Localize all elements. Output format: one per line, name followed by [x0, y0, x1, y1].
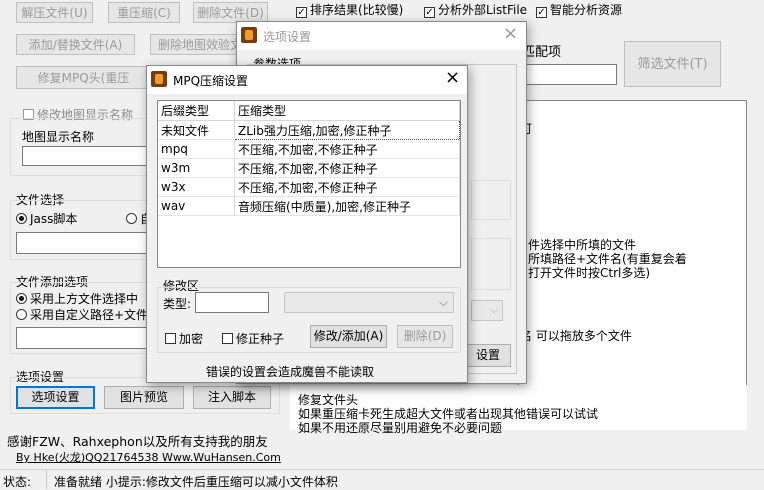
- chevron-down-icon: ⌵: [438, 295, 448, 309]
- status-text: 准备就绪 小提示:修改文件后重压缩可以减小文件体积: [54, 475, 338, 489]
- info-line: 打开文件时按Ctrl多选): [528, 266, 651, 280]
- checkbox-icon: [222, 333, 233, 344]
- author-link[interactable]: By Hke(火龙)QQ21764538 Www.WuHansen.Com: [16, 449, 281, 465]
- repair-mpq-button[interactable]: 修复MPQ头(重压: [16, 66, 151, 89]
- custom-path-input[interactable]: [16, 327, 150, 349]
- file-select-input[interactable]: [16, 232, 150, 254]
- use-above-label: 采用上方文件选择中: [30, 292, 139, 306]
- smart-analysis-label: 智能分析资源: [550, 3, 623, 17]
- column-header-suffix[interactable]: 后缀类型: [158, 101, 235, 121]
- delete-entry-button[interactable]: 删除(D): [397, 325, 453, 348]
- table-cell: 不压缩,不加密,不修正种子: [234, 139, 460, 159]
- settings-button[interactable]: 设置: [465, 344, 511, 367]
- radio-selected-icon: [16, 293, 27, 304]
- smart-analysis-checkbox[interactable]: ✓ 智能分析资源: [536, 1, 622, 18]
- modify-add-button[interactable]: 修改/添加(A): [310, 325, 387, 348]
- analyze-listfile-label: 分析外部ListFile: [438, 3, 528, 17]
- sort-results-label: 排序结果(比较慢): [310, 3, 404, 17]
- radio-icon: [16, 309, 27, 320]
- mpq-dialog-title: MPQ压缩设置: [173, 74, 249, 88]
- fix-seed-checkbox[interactable]: 修正种子: [222, 330, 284, 347]
- encrypt-label: 加密: [179, 332, 204, 346]
- inject-script-button[interactable]: 注入脚本: [193, 386, 271, 409]
- filter-files-button[interactable]: 筛选文件(T): [624, 41, 721, 87]
- thanks-text: 感谢FZW、Rahxephon以及所有支持我的朋友: [7, 434, 268, 449]
- info-line: 如果不用还原尽量别用避免不必要问题: [298, 421, 503, 435]
- extract-button[interactable]: 解压文件(U): [16, 2, 93, 23]
- compression-table: 后缀类型 压缩类型 未知文件 ZLib强力压缩,加密,修正种子 mpq 不压缩,…: [158, 101, 460, 216]
- delete-map-effect-button[interactable]: 删除地图效验文: [150, 34, 250, 55]
- delete-file-button[interactable]: 删除文件(D): [193, 2, 268, 23]
- table-cell: w3x: [158, 177, 235, 197]
- jass-label: Jass脚本: [30, 212, 78, 226]
- table-row[interactable]: w3x 不压缩,不加密,不修正种子: [158, 177, 460, 197]
- status-divider: [46, 470, 47, 489]
- jass-radio[interactable]: Jass脚本: [16, 210, 77, 227]
- table-row[interactable]: mpq 不压缩,不加密,不修正种子: [158, 139, 460, 159]
- map-display-name-label: 地图显示名称: [22, 130, 95, 144]
- column-header-compression[interactable]: 压缩类型: [234, 101, 460, 121]
- table-row[interactable]: w3m 不压缩,不加密,不修正种子: [158, 158, 460, 178]
- options-dialog-titlebar: 选项设置 ×: [237, 22, 526, 50]
- image-preview-button[interactable]: 图片预览: [104, 386, 184, 409]
- close-icon[interactable]: ×: [445, 67, 460, 88]
- checkbox-icon: ✓: [296, 7, 307, 18]
- recompress-button[interactable]: 重压缩(C): [108, 2, 180, 23]
- params-subgroup: [471, 180, 511, 220]
- match-input[interactable]: [516, 64, 617, 85]
- checkbox-icon: [165, 333, 176, 344]
- table-cell: 不压缩,不加密,不修正种子: [234, 177, 460, 197]
- use-custom-label: 采用自定义路径+文件: [30, 308, 149, 322]
- sort-results-checkbox[interactable]: ✓ 排序结果(比较慢): [296, 1, 403, 18]
- table-row[interactable]: wav 音频压缩(中质量),加密,修正种子: [158, 196, 460, 216]
- table-cell: 不压缩,不加密,不修正种子: [234, 158, 460, 178]
- app-icon: [241, 27, 257, 43]
- status-label: 状态:: [3, 475, 32, 489]
- type-label: 类型:: [163, 297, 192, 311]
- compression-listview: 后缀类型 压缩类型 未知文件 ZLib强力压缩,加密,修正种子 mpq 不压缩,…: [157, 100, 461, 268]
- compression-type-dropdown[interactable]: ⌵: [284, 292, 454, 313]
- options-dialog-title: 选项设置: [263, 30, 312, 44]
- table-cell: w3m: [158, 158, 235, 178]
- warning-text: 错误的设置会造成魔兽不能读取: [206, 365, 375, 379]
- params-subgroup: [471, 238, 511, 290]
- radio-icon: [126, 213, 137, 224]
- table-cell: 音频压缩(中质量),加密,修正种子: [234, 196, 460, 216]
- analyze-listfile-checkbox[interactable]: ✓ 分析外部ListFile: [424, 1, 527, 18]
- add-replace-button[interactable]: 添加/替换文件(A): [16, 34, 135, 55]
- table-header-row: 后缀类型 压缩类型: [158, 101, 460, 121]
- options-settings-button[interactable]: 选项设置: [16, 386, 95, 409]
- chevron-down-icon: ⌵: [490, 305, 498, 316]
- app-icon: [151, 71, 167, 87]
- close-icon[interactable]: ×: [503, 23, 518, 44]
- table-cell: 未知文件: [158, 120, 235, 140]
- checkbox-icon: ✓: [536, 7, 547, 18]
- map-display-name-input[interactable]: [22, 146, 150, 166]
- encrypt-checkbox[interactable]: 加密: [165, 330, 203, 347]
- type-input[interactable]: [195, 292, 269, 313]
- use-custom-radio[interactable]: 采用自定义路径+文件: [16, 306, 148, 323]
- table-row[interactable]: 未知文件 ZLib强力压缩,加密,修正种子: [158, 120, 460, 140]
- table-cell: ZLib强力压缩,加密,修正种子: [234, 120, 460, 140]
- info-line: 名 可以拖放多个文件: [520, 329, 632, 343]
- table-cell: mpq: [158, 139, 235, 159]
- radio-selected-icon: [16, 213, 27, 224]
- table-cell: wav: [158, 196, 235, 216]
- checkbox-icon: ✓: [424, 7, 435, 18]
- match-label: 匹配项: [522, 45, 562, 60]
- mpq-dialog-titlebar: MPQ压缩设置 ×: [147, 66, 467, 94]
- use-above-radio[interactable]: 采用上方文件选择中: [16, 290, 138, 307]
- mpq-compression-dialog: MPQ压缩设置 × 后缀类型 压缩类型 未知文件 ZLib强力压缩,加密,修正种…: [146, 65, 468, 383]
- fix-seed-label: 修正种子: [236, 332, 285, 346]
- params-dropdown[interactable]: ⌵: [471, 300, 503, 321]
